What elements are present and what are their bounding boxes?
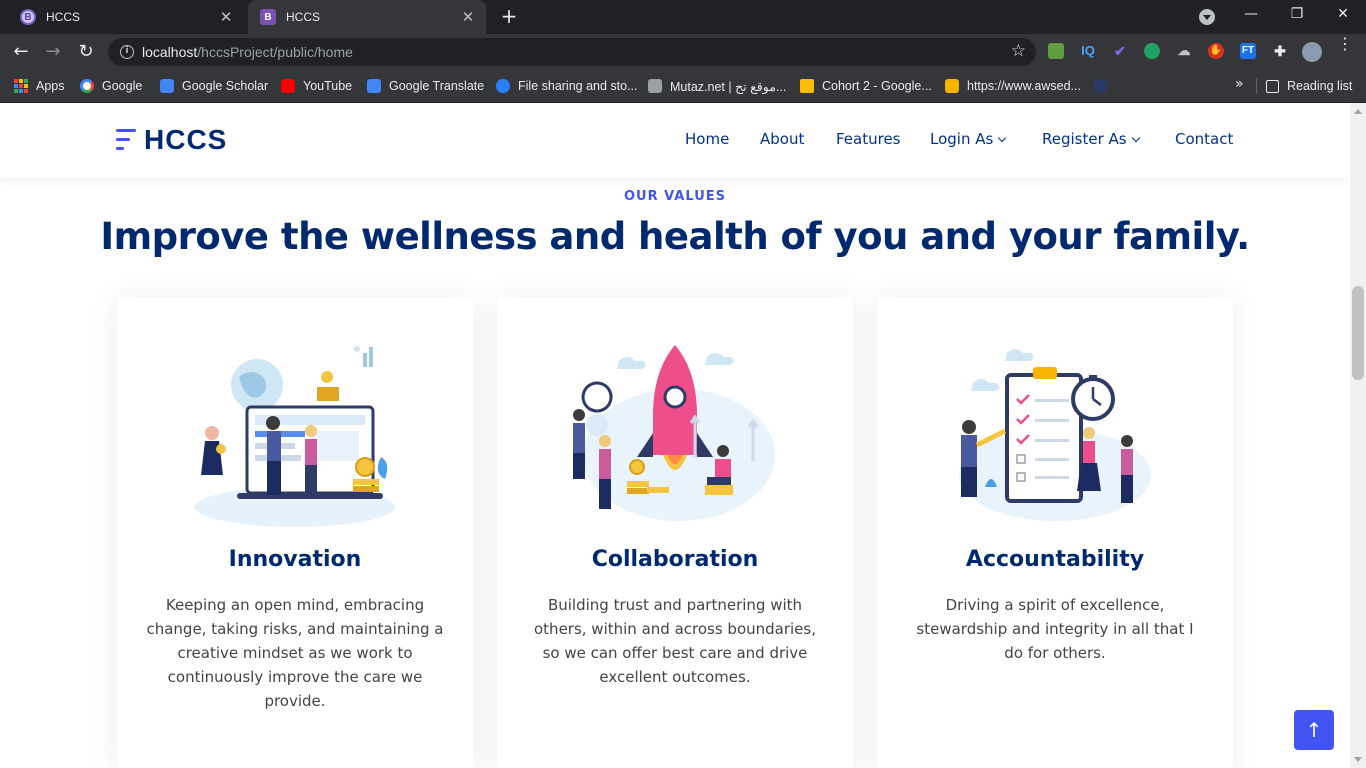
nav-home[interactable]: Home [685,130,729,148]
youtube-icon [281,79,295,93]
site-info-icon[interactable]: i [120,45,134,59]
browser-tab-1[interactable]: B HCCS ✕ [8,0,244,34]
extension-grammarly-icon[interactable] [1144,43,1160,59]
bookmarks-overflow-button[interactable]: » [1235,76,1244,92]
bookmark-google-translate[interactable]: Google Translate [367,77,484,95]
tab-strip: B HCCS ✕ B HCCS ✕ + — ❐ ✕ [0,0,1366,34]
bookmark-mutaz[interactable]: Mutaz.net | موقع تح... [648,77,786,95]
scrollbar-thumb[interactable] [1352,286,1364,380]
browser-toolbar: ← → ↻ i localhost/hccsProject/public/hom… [0,34,1366,70]
tab-title: HCCS [286,10,321,24]
innovation-illustration [195,346,395,527]
extension-check-icon[interactable]: ✔ [1112,43,1128,59]
minimize-icon[interactable]: — [1241,6,1261,22]
close-tab-icon[interactable]: ✕ [460,8,476,26]
new-tab-button[interactable]: + [498,5,520,27]
package-icon [945,79,959,93]
google-drive-icon [800,79,814,93]
browser-menu-icon[interactable]: ⋮ [1337,36,1353,52]
collaboration-illustration [573,345,775,521]
tab-search-icon[interactable] [1199,9,1215,25]
bookmarks-bar: Apps Google Google Scholar YouTube Googl… [0,70,1366,103]
apps-grid-icon [14,79,28,93]
scroll-down-arrow-icon[interactable] [1354,757,1362,762]
bookmark-google[interactable]: Google [80,77,142,95]
main-nav: Home About Features Login As Register As… [0,130,1350,152]
nav-about[interactable]: About [760,130,804,148]
bookmark-cohort-2[interactable]: Cohort 2 - Google... [800,77,932,95]
restore-icon[interactable]: ❐ [1287,6,1307,22]
card-text: Keeping an open mind, embracing change, … [146,596,444,710]
bookmark-google-scholar[interactable]: Google Scholar [160,77,268,95]
extension-ft-icon[interactable]: FT [1240,43,1256,59]
accountability-illustration [959,349,1151,521]
url-text[interactable]: localhost/hccsProject/public/home [142,44,353,60]
chevron-down-icon [998,133,1007,143]
google-scholar-icon [160,79,174,93]
page-scrollbar[interactable] [1350,103,1366,768]
value-card-innovation: Innovation Keeping an open mind, embraci… [117,297,473,768]
extension-adblock-icon[interactable]: ✋ [1208,43,1224,59]
browser-tab-2-active[interactable]: B HCCS ✕ [248,0,486,34]
card-title: Collaboration [591,547,759,572]
bookmark-youtube[interactable]: YouTube [281,77,352,95]
section-eyebrow: OUR VALUES [623,189,726,204]
reading-list[interactable]: Reading list [1266,77,1352,95]
bookmark-star-icon[interactable]: ☆ [1011,41,1026,61]
extension-green-icon[interactable] [1048,43,1064,59]
chevron-down-icon [1131,133,1140,143]
bookmark-globe-icon [1094,79,1108,93]
close-tab-icon[interactable]: ✕ [218,8,234,26]
bookmark-unnamed[interactable] [1094,77,1116,95]
card-text: Driving a spirit of excellence, stewards… [916,596,1194,662]
nav-contact[interactable]: Contact [1175,130,1233,148]
card-title: Accountability [965,547,1145,572]
section-headline: Improve the wellness and health of you a… [100,215,1250,258]
google-icon [80,79,94,93]
site-header: HCCS Home About Features Login As Regist… [0,103,1350,177]
tab-favicon-icon: B [20,9,36,25]
nav-register-dropdown[interactable]: Register As [1042,130,1140,148]
tab-favicon-icon: B [260,9,276,25]
address-bar[interactable]: i localhost/hccsProject/public/home ☆ [108,38,1036,66]
nav-register-label: Register As [1042,130,1127,148]
forward-arrow-icon[interactable]: → [42,41,64,63]
back-arrow-icon[interactable]: ← [10,41,32,63]
bookmark-apps[interactable]: Apps [14,77,65,95]
google-translate-icon [367,79,381,93]
value-card-collaboration: Collaboration Building trust and partner… [497,297,853,768]
value-card-accountability: Accountability Driving a spirit of excel… [877,297,1233,768]
nav-login-label: Login As [930,130,994,148]
bookmark-awsed[interactable]: https://www.awsed... [945,77,1081,95]
page-viewport: HCCS Home About Features Login As Regist… [0,103,1350,768]
profile-avatar[interactable] [1302,42,1322,62]
reload-icon[interactable]: ↻ [75,41,97,63]
card-text: Building trust and partnering with other… [534,596,816,686]
nav-login-dropdown[interactable]: Login As [930,130,1007,148]
card-title: Innovation [228,547,362,572]
back-to-top-button[interactable]: ↑ [1294,710,1334,750]
extension-iq-icon[interactable]: IQ [1080,43,1096,59]
bookmark-file-sharing[interactable]: File sharing and sto... [496,77,638,95]
extensions-puzzle-icon[interactable]: ✚ [1272,43,1288,59]
file-sharing-icon [496,79,510,93]
extension-cloud-icon[interactable]: ☁ [1176,43,1192,59]
bookmarks-divider [1256,78,1257,94]
mutaz-icon [648,79,662,93]
reading-list-icon [1266,79,1279,93]
tab-title: HCCS [46,10,81,24]
nav-features[interactable]: Features [836,130,901,148]
scroll-up-arrow-icon[interactable] [1354,109,1362,114]
close-window-icon[interactable]: ✕ [1333,6,1353,22]
